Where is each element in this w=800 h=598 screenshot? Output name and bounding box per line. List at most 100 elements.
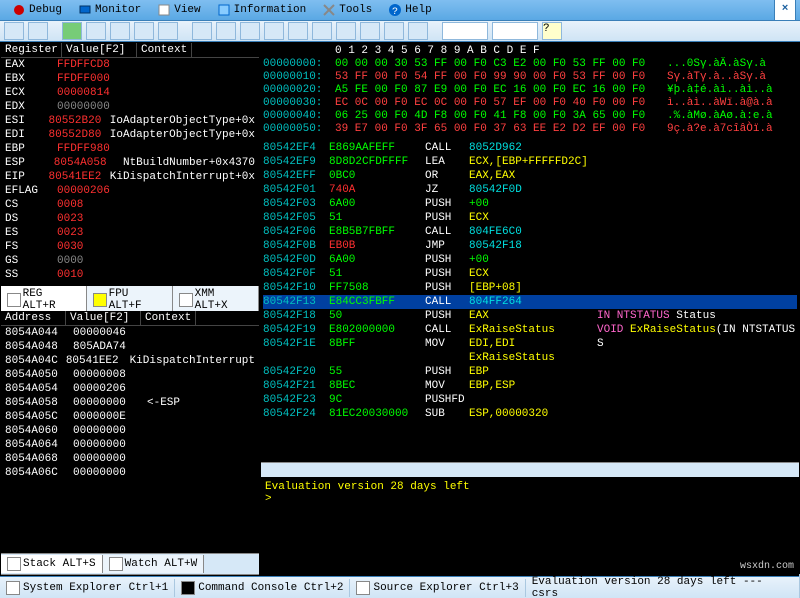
register-row[interactable]: FS0030 <box>1 240 259 254</box>
tab-xmm[interactable]: XMM ALT+X <box>173 286 259 314</box>
disasm-row[interactable]: 80542F06E8B5B7FBFFCALL804FE6C0 <box>263 225 797 239</box>
memory-row[interactable]: 8054A05C0000000E <box>1 410 259 424</box>
tool-b4[interactable] <box>264 22 284 40</box>
register-row[interactable]: CS0008 <box>1 198 259 212</box>
disasm-row[interactable]: 80542F218BECMOVEBP,ESP <box>263 379 797 393</box>
register-row[interactable]: EDX00000000 <box>1 100 259 114</box>
tool-step[interactable] <box>110 22 130 40</box>
memory-row[interactable]: 8054A06000000000 <box>1 424 259 438</box>
tab-fpu[interactable]: FPU ALT+F <box>87 286 173 314</box>
memory-row[interactable]: 8054A05800000000<-ESP <box>1 396 259 410</box>
hexdump-panel[interactable]: 0 1 2 3 4 5 6 7 8 9 A B C D E F 00000000… <box>261 43 799 139</box>
tool-stop[interactable] <box>158 22 178 40</box>
memory-row[interactable]: 8054A06C00000000 <box>1 466 259 480</box>
tool-run[interactable] <box>62 22 82 40</box>
tool-help[interactable]: ? <box>542 22 562 40</box>
memory-row[interactable]: 8054A04400000046 <box>1 326 259 340</box>
disasm-row[interactable]: 80542F13E84CC3FBFFCALL804FF264 <box>263 295 797 309</box>
memory-row[interactable]: 8054A048805ADA74 <box>1 340 259 354</box>
register-row[interactable]: ECX00000814 <box>1 86 259 100</box>
hex-row[interactable]: 00000030:EC 0C 00 F0 EC 0C 00 F0 57 EF 0… <box>263 97 797 110</box>
tool-input1[interactable] <box>442 22 488 40</box>
register-row[interactable]: EAXFFDFFCD8 <box>1 58 259 72</box>
register-row[interactable]: EBPFFDFF980 <box>1 142 259 156</box>
status-system-explorer[interactable]: System Explorer Ctrl+1 <box>0 579 175 597</box>
tab-watch[interactable]: Watch ALT+W <box>103 555 205 573</box>
disasm-row[interactable]: 80542F01740AJZ80542F0D <box>263 183 797 197</box>
close-button[interactable]: × <box>774 0 796 21</box>
hex-row[interactable]: 00000020:A5 FE 00 F0 87 E9 00 F0 EC 16 0… <box>263 84 797 97</box>
disasm-row[interactable]: 80542F0551PUSHECX <box>263 211 797 225</box>
menu-help[interactable]: ?Help <box>380 0 439 20</box>
menu-debug[interactable]: Debug <box>4 0 70 20</box>
tool-save[interactable] <box>28 22 48 40</box>
tab-reg[interactable]: REG ALT+R <box>1 286 87 314</box>
register-row[interactable]: SS0010 <box>1 268 259 282</box>
console-line: Evaluation version 28 days left <box>265 481 795 493</box>
cmd-icon <box>181 581 195 595</box>
hex-row[interactable]: 00000050:39 E7 00 F0 3F 65 00 F0 37 63 E… <box>263 123 797 136</box>
disasm-panel[interactable]: 80542EF4E869AAFEFFCALL8052D96280542EF98D… <box>261 139 799 462</box>
register-row[interactable]: DS0023 <box>1 212 259 226</box>
hex-header: 0 1 2 3 4 5 6 7 8 9 A B C D E F <box>335 45 667 58</box>
memory-row[interactable]: 8054A04C80541EE2KiDispatchInterrupt <box>1 354 259 368</box>
reg-icon <box>7 293 21 307</box>
disasm-row[interactable]: 80542F2055PUSHEBP <box>263 365 797 379</box>
register-row[interactable]: ESP8054A058NtBuildNumber+0x4370 <box>1 156 259 170</box>
tool-b3[interactable] <box>240 22 260 40</box>
disasm-row[interactable]: 80542F0D6A00PUSH+00 <box>263 253 797 267</box>
hex-row[interactable]: 00000000:00 00 00 30 53 FF 00 F0 C3 E2 0… <box>263 58 797 71</box>
register-row[interactable]: ES0023 <box>1 226 259 240</box>
tab-stack[interactable]: Stack ALT+S <box>1 555 103 573</box>
tool-stepover[interactable] <box>134 22 154 40</box>
tool-input2[interactable] <box>492 22 538 40</box>
tool-open[interactable] <box>4 22 24 40</box>
tool-b10[interactable] <box>408 22 428 40</box>
memory-row[interactable]: 8054A06400000000 <box>1 438 259 452</box>
tool-b1[interactable] <box>192 22 212 40</box>
register-row[interactable]: EBXFFDFF000 <box>1 72 259 86</box>
statusbar: System Explorer Ctrl+1 Command Console C… <box>0 576 800 598</box>
disasm-row[interactable]: ExRaiseStatus <box>263 351 797 365</box>
memory-row[interactable]: 8054A05000000008 <box>1 368 259 382</box>
tool-b8[interactable] <box>360 22 380 40</box>
disasm-row[interactable]: 80542F0BEB0BJMP80542F18 <box>263 239 797 253</box>
register-row[interactable]: EDI80552D80IoAdapterObjectType+0x <box>1 128 259 142</box>
console-panel[interactable]: Evaluation version 28 days left > <box>261 477 799 575</box>
disasm-row[interactable]: 80542EFF0BC0OREAX,EAX <box>263 169 797 183</box>
menu-monitor[interactable]: Monitor <box>70 0 149 20</box>
tool-pause[interactable] <box>86 22 106 40</box>
register-row[interactable]: EIP80541EE2KiDispatchInterrupt+0x <box>1 170 259 184</box>
disasm-row[interactable]: 80542EF4E869AAFEFFCALL8052D962 <box>263 141 797 155</box>
register-panel: Register Value[F2] Context EAXFFDFFCD8EB… <box>1 43 259 289</box>
tool-b9[interactable] <box>384 22 404 40</box>
register-row[interactable]: EFLAG00000206 <box>1 184 259 198</box>
disasm-row[interactable]: 80542EF98D8D2CFDFFFFLEAECX,[EBP+FFFFFD2C… <box>263 155 797 169</box>
status-source-explorer[interactable]: Source Explorer Ctrl+3 <box>350 579 525 597</box>
menu-view[interactable]: View <box>149 0 208 20</box>
svg-text:?: ? <box>392 7 398 17</box>
tool-b7[interactable] <box>336 22 356 40</box>
tool-b2[interactable] <box>216 22 236 40</box>
hex-row[interactable]: 00000040:06 25 00 F0 4D F8 00 F0 41 F8 0… <box>263 110 797 123</box>
disasm-scroll[interactable] <box>261 462 799 477</box>
disasm-row[interactable]: 80542F2481EC20030000SUBESP,00000320 <box>263 407 797 421</box>
disasm-row[interactable]: 80542F036A00PUSH+00 <box>263 197 797 211</box>
workspace: Register Value[F2] Context EAXFFDFFCD8EB… <box>0 42 800 576</box>
help-icon: ? <box>388 3 402 17</box>
menu-tools[interactable]: Tools <box>314 0 380 20</box>
register-row[interactable]: ESI80552B20IoAdapterObjectType+0x <box>1 114 259 128</box>
disasm-row[interactable]: 80542F10FF7508PUSH[EBP+08] <box>263 281 797 295</box>
memory-row[interactable]: 8054A06800000000 <box>1 452 259 466</box>
disasm-row[interactable]: 80542F239CPUSHFD <box>263 393 797 407</box>
tool-b6[interactable] <box>312 22 332 40</box>
register-header: Register Value[F2] Context <box>1 43 259 58</box>
hex-row[interactable]: 00000010:53 FF 00 F0 54 FF 00 F0 99 90 0… <box>263 71 797 84</box>
status-command-console[interactable]: Command Console Ctrl+2 <box>175 579 350 597</box>
menu-information[interactable]: Information <box>209 0 315 20</box>
memory-row[interactable]: 8054A05400000206 <box>1 382 259 396</box>
register-row[interactable]: GS0000 <box>1 254 259 268</box>
tool-b5[interactable] <box>288 22 308 40</box>
disasm-row[interactable]: 80542F0F51PUSHECX <box>263 267 797 281</box>
right-column: 0 1 2 3 4 5 6 7 8 9 A B C D E F 00000000… <box>260 42 800 576</box>
